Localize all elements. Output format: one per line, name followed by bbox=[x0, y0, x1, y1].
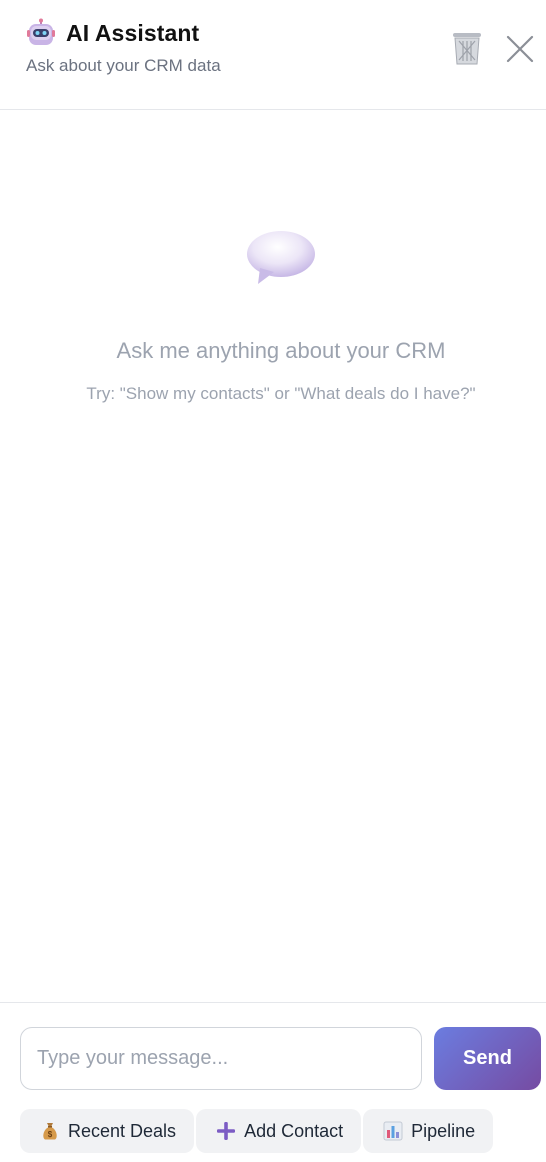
quick-action-pipeline[interactable]: Pipeline bbox=[363, 1109, 494, 1153]
quick-actions: $ Recent Deals Add Contact Pipeline bbox=[20, 1109, 494, 1153]
panel-subtitle: Ask about your CRM data bbox=[26, 56, 221, 75]
close-icon bbox=[506, 35, 534, 63]
quick-action-recent-deals[interactable]: $ Recent Deals bbox=[20, 1109, 195, 1153]
clear-chat-button[interactable] bbox=[450, 30, 484, 66]
quick-action-label: Add Contact bbox=[244, 1120, 344, 1141]
panel-title: AI Assistant bbox=[66, 19, 200, 46]
ai-assistant-panel: AI Assistant Ask about your CRM data Ask… bbox=[0, 0, 546, 1162]
wastebasket-icon bbox=[453, 33, 481, 65]
robot-icon bbox=[26, 18, 56, 48]
bar-chart-icon bbox=[383, 1121, 403, 1141]
speech-bubble-icon bbox=[244, 228, 318, 288]
plus-icon bbox=[216, 1121, 236, 1141]
message-input-wrapper bbox=[20, 1027, 422, 1090]
messages-area: Ask me anything about your CRM Try: "Sho… bbox=[0, 110, 546, 1002]
quick-action-add-contact[interactable]: Add Contact bbox=[196, 1109, 362, 1153]
money-bag-icon: $ bbox=[40, 1121, 60, 1141]
close-button[interactable] bbox=[504, 33, 536, 65]
quick-action-label: Pipeline bbox=[411, 1120, 476, 1141]
svg-text:$: $ bbox=[48, 1130, 53, 1139]
empty-state-title: Ask me anything about your CRM bbox=[116, 338, 446, 363]
message-input[interactable] bbox=[21, 1028, 421, 1089]
composer: Send $ Recent Deals bbox=[0, 1002, 546, 1162]
quick-action-label: Recent Deals bbox=[68, 1120, 177, 1141]
title-row: AI Assistant bbox=[26, 18, 199, 48]
send-button[interactable]: Send bbox=[434, 1027, 541, 1090]
panel-header: AI Assistant Ask about your CRM data bbox=[0, 0, 546, 110]
empty-state-hint: Try: "Show my contacts" or "What deals d… bbox=[86, 384, 476, 403]
